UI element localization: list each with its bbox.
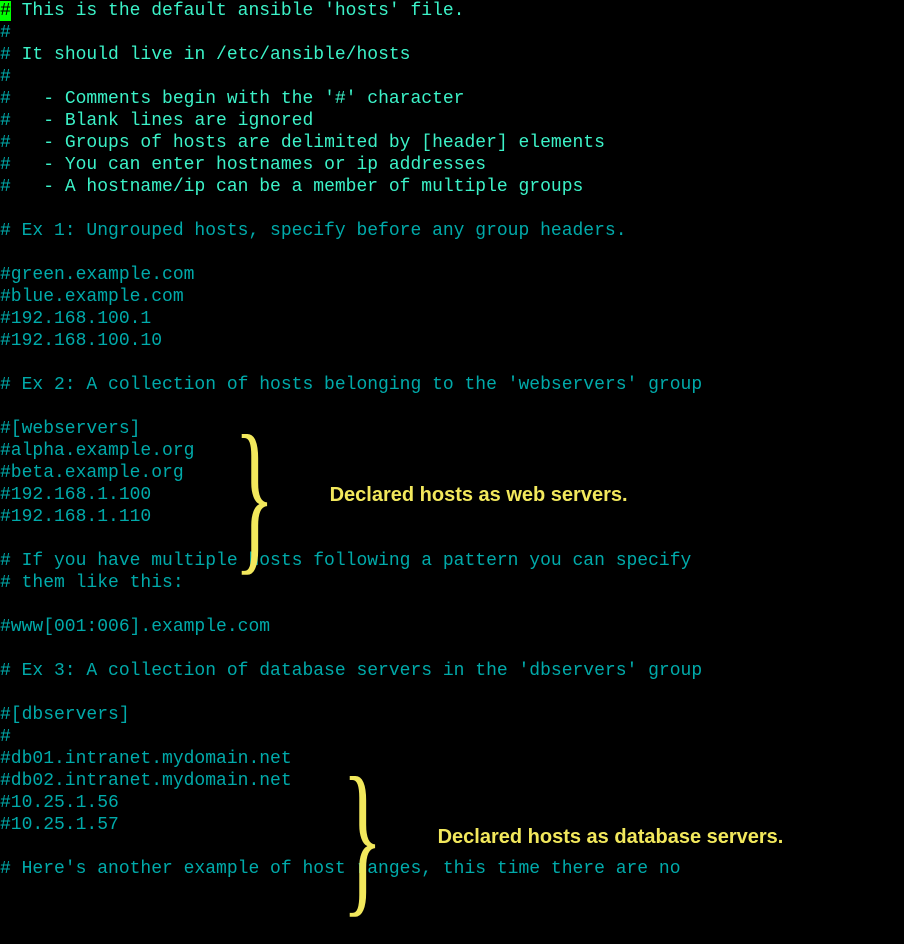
code-line: # - Groups of hosts are delimited by [he… (0, 132, 904, 154)
code-line: #192.168.100.1 (0, 308, 904, 330)
annotation-webservers: } Declared hosts as web servers. (234, 440, 628, 551)
code-line (0, 638, 904, 660)
brace-icon: } (234, 440, 275, 551)
code-line: #db01.intranet.mydomain.net (0, 748, 904, 770)
code-line: #blue.example.com (0, 286, 904, 308)
code-line: # - You can enter hostnames or ip addres… (0, 154, 904, 176)
code-line: # (0, 22, 904, 44)
code-line: # Ex 1: Ungrouped hosts, specify before … (0, 220, 904, 242)
code-line (0, 352, 904, 374)
code-line (0, 242, 904, 264)
code-line: #[dbservers] (0, 704, 904, 726)
code-line: # (0, 66, 904, 88)
code-line: #green.example.com (0, 264, 904, 286)
annotation-webservers-text: Declared hosts as web servers. (330, 484, 628, 506)
annotation-dbservers: } Declared hosts as database servers. (342, 782, 783, 893)
code-line: # This is the default ansible 'hosts' fi… (0, 0, 904, 22)
code-line: # - Blank lines are ignored (0, 110, 904, 132)
code-line: # - A hostname/ip can be a member of mul… (0, 176, 904, 198)
brace-icon: } (342, 782, 383, 893)
code-line: # - Comments begin with the '#' characte… (0, 88, 904, 110)
code-line (0, 198, 904, 220)
code-line: #[webservers] (0, 418, 904, 440)
code-line: # Ex 2: A collection of hosts belonging … (0, 374, 904, 396)
code-line (0, 594, 904, 616)
code-line (0, 396, 904, 418)
code-line: #192.168.100.10 (0, 330, 904, 352)
code-line (0, 682, 904, 704)
code-line: # If you have multiple hosts following a… (0, 550, 904, 572)
cursor: # (0, 1, 11, 21)
code-line: #www[001:006].example.com (0, 616, 904, 638)
code-line: # them like this: (0, 572, 904, 594)
code-line: # It should live in /etc/ansible/hosts (0, 44, 904, 66)
code-line: # (0, 726, 904, 748)
annotation-dbservers-text: Declared hosts as database servers. (438, 826, 784, 848)
code-line: # Ex 3: A collection of database servers… (0, 660, 904, 682)
